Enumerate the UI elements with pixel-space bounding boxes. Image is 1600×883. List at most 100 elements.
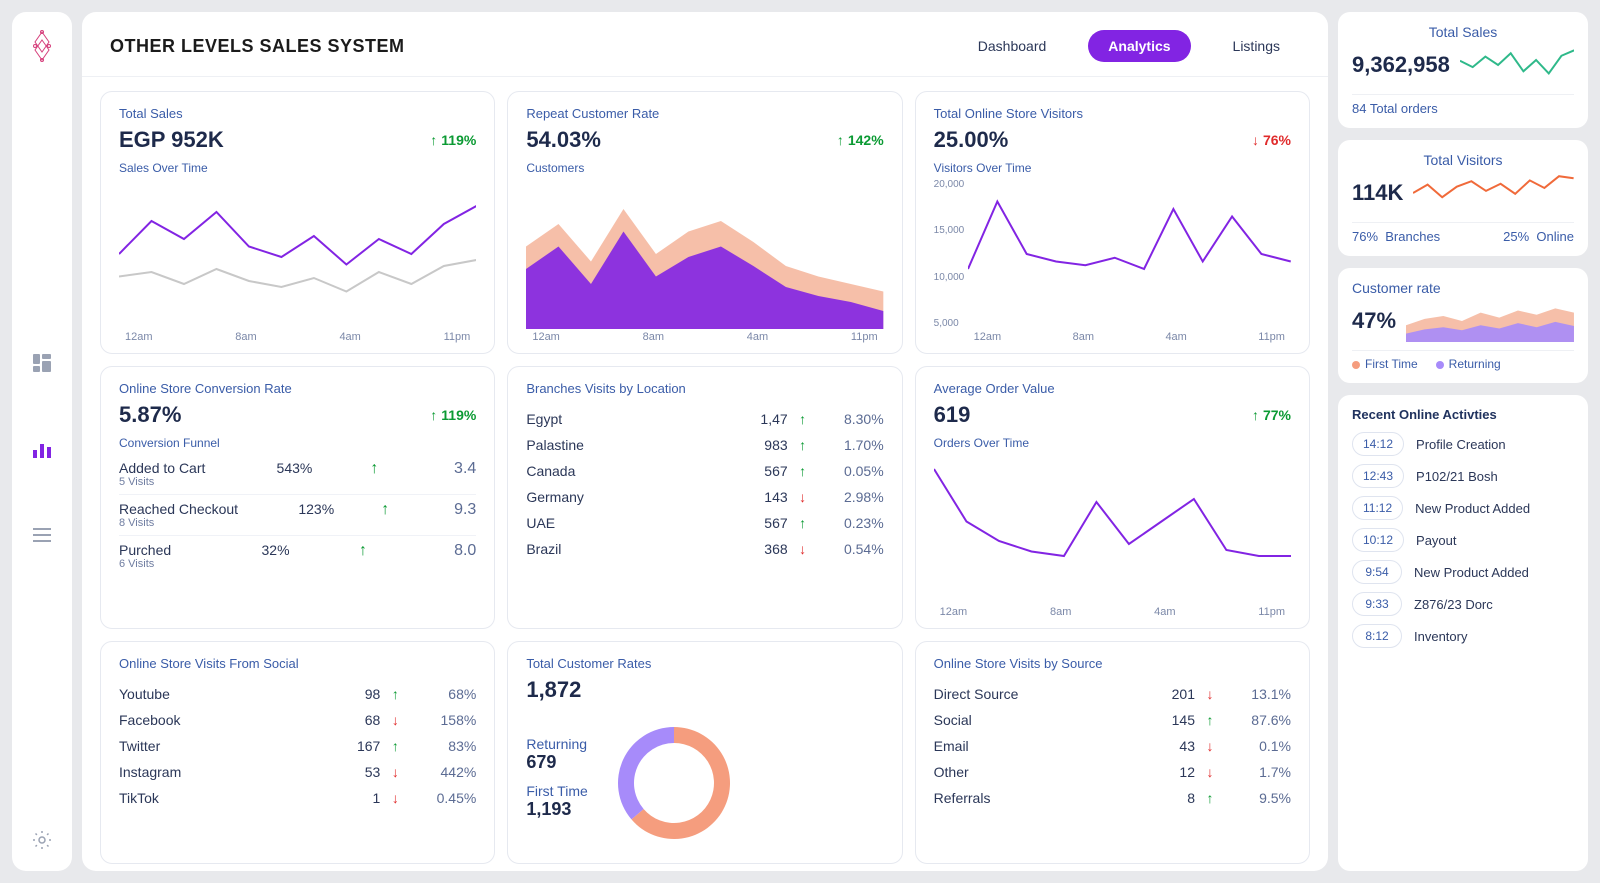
row-name: Canada: [526, 463, 727, 479]
nav-menu-icon[interactable]: [29, 522, 55, 548]
arrow-up-icon: ↑: [788, 437, 818, 453]
arrow-up-icon: ↑: [359, 460, 389, 478]
arrow-down-icon: ↓: [1195, 764, 1225, 780]
mini-custrate-chart: [1406, 300, 1574, 342]
row-pct: 1.7%: [1225, 764, 1291, 780]
legend-returning: Returning: [1436, 357, 1501, 371]
arrow-up-icon: ↑: [380, 686, 410, 702]
row-name: Germany: [526, 489, 727, 505]
row-value: 12: [1135, 764, 1195, 780]
row-pct: 0.1%: [1225, 738, 1291, 754]
row-pct: 1.70%: [818, 437, 884, 453]
activity-text: P102/21 Bosh: [1416, 469, 1498, 484]
row-value: 145: [1135, 712, 1195, 728]
row-name: Youtube: [119, 686, 320, 702]
activity-text: New Product Added: [1414, 565, 1529, 580]
card-title: Average Order Value: [934, 381, 1291, 396]
list-item: Egypt 1,47 ↑ 8.30%: [526, 406, 883, 432]
activity-time: 12:43: [1352, 464, 1404, 488]
card-title: Online Store Visits by Source: [934, 656, 1291, 671]
settings-icon[interactable]: [29, 827, 55, 853]
arrow-up-icon: ↑: [430, 407, 437, 423]
firsttime-label: First Time: [526, 783, 587, 799]
list-item: Twitter 167 ↑ 83%: [119, 733, 476, 759]
arrow-up-icon: ↑: [430, 132, 437, 148]
row-name: Egypt: [526, 411, 727, 427]
step-name: Purched: [119, 542, 171, 558]
visitors-chart: [968, 179, 1291, 329]
card-title: Repeat Customer Rate: [526, 106, 883, 121]
row-pct: 0.54%: [818, 541, 884, 557]
row-name: Direct Source: [934, 686, 1135, 702]
card-branches: Branches Visits by Location Egypt 1,47 ↑…: [507, 366, 902, 629]
arrow-down-icon: ↓: [380, 764, 410, 780]
row-value: 53: [320, 764, 380, 780]
tab-listings[interactable]: Listings: [1213, 30, 1300, 62]
arrow-up-icon: ↑: [837, 132, 844, 148]
activity-item: 12:43 P102/21 Bosh: [1352, 464, 1574, 488]
activity-time: 11:12: [1352, 496, 1403, 520]
step-name: Reached Checkout: [119, 501, 238, 517]
row-name: UAE: [526, 515, 727, 531]
row-pct: 9.5%: [1225, 790, 1291, 806]
row-name: Social: [934, 712, 1135, 728]
row-pct: 0.05%: [818, 463, 884, 479]
widget-value: 114K: [1352, 180, 1403, 206]
widget-title: Total Sales: [1352, 24, 1574, 40]
arrow-down-icon: ↓: [1195, 738, 1225, 754]
main-panel: OTHER LEVELS SALES SYSTEM Dashboard Anal…: [82, 12, 1328, 871]
list-item: UAE 567 ↑ 0.23%: [526, 510, 883, 536]
list-item: Germany 143 ↓ 2.98%: [526, 484, 883, 510]
activity-item: 14:12 Profile Creation: [1352, 432, 1574, 456]
tab-dashboard[interactable]: Dashboard: [958, 30, 1067, 62]
card-subtitle: Visitors Over Time: [934, 161, 1291, 175]
nav-analytics-icon[interactable]: [29, 436, 55, 462]
metric-value: 5.87%: [119, 402, 181, 428]
tab-analytics[interactable]: Analytics: [1088, 30, 1190, 62]
row-name: Twitter: [119, 738, 320, 754]
row-value: 368: [728, 541, 788, 557]
card-title: Online Store Visits From Social: [119, 656, 476, 671]
row-name: Brazil: [526, 541, 727, 557]
arrow-up-icon: ↑: [380, 738, 410, 754]
row-pct: 442%: [410, 764, 476, 780]
activity-item: 10:12Payout: [1352, 528, 1574, 552]
row-value: 167: [320, 738, 380, 754]
row-value: 68: [320, 712, 380, 728]
x-axis-labels: 12am8am4am11pm: [934, 604, 1291, 618]
social-list: Youtube 98 ↑ 68%Facebook 68 ↓ 158%Twitte…: [119, 681, 476, 811]
logo-icon: [27, 30, 57, 71]
step-num: 9.3: [436, 501, 476, 519]
activity-text: Inventory: [1414, 629, 1467, 644]
row-value: 567: [728, 463, 788, 479]
activities-list: 14:12 Profile Creation 12:43 P102/21 Bosh 11…: [1352, 432, 1574, 648]
step-pct: 543%: [252, 460, 312, 476]
step-num: 3.4: [436, 460, 476, 478]
list-item: Canada 567 ↑ 0.05%: [526, 458, 883, 484]
activity-time: 14:12: [1352, 432, 1404, 456]
card-title: Total Sales: [119, 106, 476, 121]
step-visits: 6 Visits: [119, 558, 171, 570]
metric-value: 1,872: [526, 677, 883, 703]
activity-text: Profile Creation: [1416, 437, 1506, 452]
row-name: Referrals: [934, 790, 1135, 806]
row-value: 201: [1135, 686, 1195, 702]
y-axis-labels: 20,00015,00010,0005,000: [934, 179, 969, 329]
row-pct: 13.1%: [1225, 686, 1291, 702]
customers-chart: [526, 179, 883, 329]
activity-time: 9:54: [1352, 560, 1402, 584]
conversion-funnel: Added to Cart5 Visits 543% ↑ 3.4Reached …: [119, 454, 476, 576]
row-value: 1: [320, 790, 380, 806]
activity-item: 11:12New Product Added: [1352, 496, 1574, 520]
activity-text: Payout: [1416, 533, 1456, 548]
nav-dashboard-icon[interactable]: [29, 350, 55, 376]
arrow-up-icon: ↑: [1195, 790, 1225, 806]
step-pct: 123%: [274, 501, 334, 517]
list-item: Email 43 ↓ 0.1%: [934, 733, 1291, 759]
card-social: Online Store Visits From Social Youtube …: [100, 641, 495, 864]
arrow-down-icon: ↓: [788, 541, 818, 557]
card-subtitle: Orders Over Time: [934, 436, 1291, 450]
x-axis-labels: 12am8am4am11pm: [934, 329, 1291, 343]
list-item: Other 12 ↓ 1.7%: [934, 759, 1291, 785]
metric-value: 619: [934, 402, 971, 428]
